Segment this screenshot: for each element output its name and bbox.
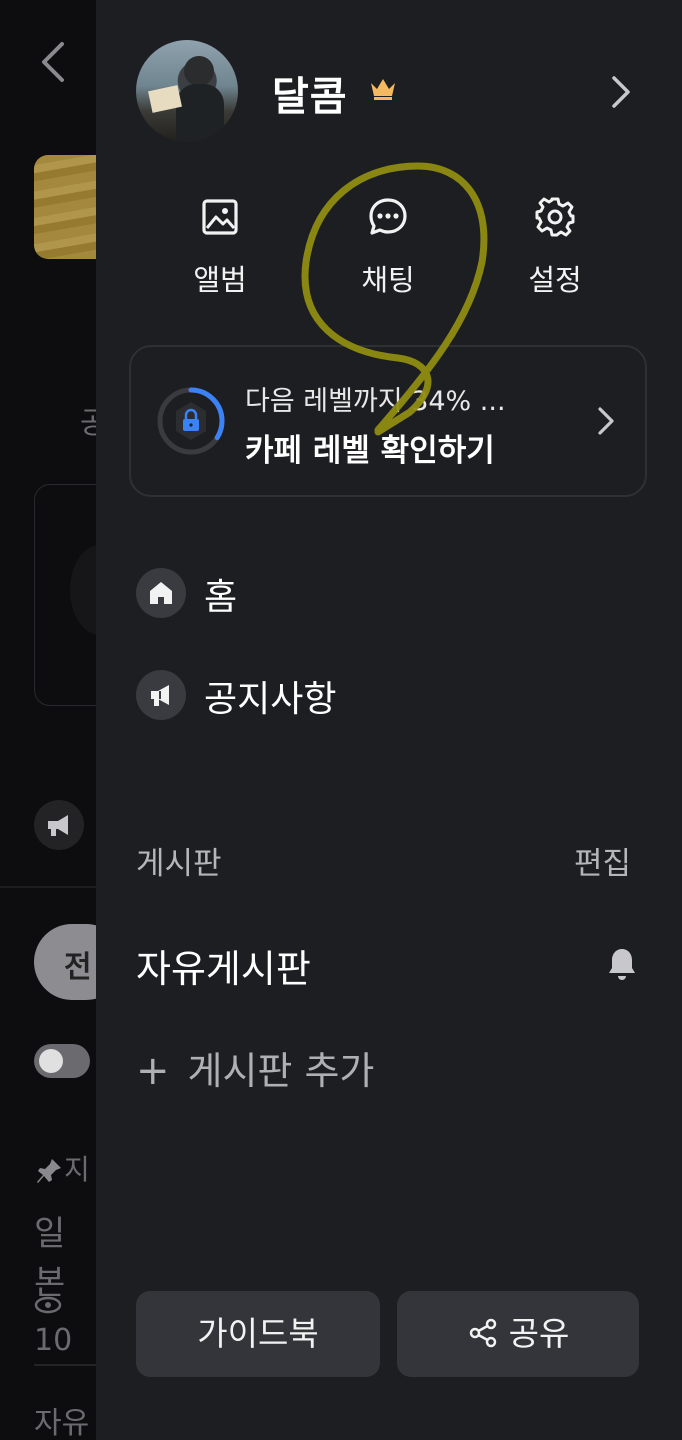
guidebook-button[interactable]: 가이드북 [136,1291,380,1377]
level-progress-text: 다음 레벨까지 34% ... [245,386,506,417]
album-label: 앨범 [193,263,247,297]
chevron-right-icon[interactable] [608,74,634,110]
plus-icon: + [136,1048,170,1094]
background-text: 전 [64,950,92,985]
background-divider [0,886,96,888]
home-icon [136,568,186,618]
boards-edit-button[interactable]: 편집 [574,838,631,883]
background-text: 공 [80,406,96,441]
megaphone-icon [136,670,186,720]
profile-nickname[interactable]: 달콤 [272,64,348,122]
background-page: 공 전 지 일본 10 자유 [0,0,96,1440]
level-progress-ring [157,387,225,455]
add-board-button[interactable]: + 게시판 추가 [136,1040,374,1095]
chevron-right-icon [598,407,614,435]
board-item-free[interactable]: 자유게시판 [136,938,311,993]
eye-icon [34,1296,62,1314]
chat-label: 채팅 [361,263,415,297]
share-icon [469,1318,496,1348]
gear-icon [535,197,575,237]
crown-icon [371,79,395,100]
guidebook-label: 가이드북 [197,1314,319,1353]
back-arrow-icon[interactable] [38,40,68,84]
boards-section-title: 게시판 [136,846,222,882]
chat-bubble-icon [369,198,407,235]
side-drawer: 달콤 앨범 채팅 설정 다음 레벨까지 34% ... 카페 레벨 확인하기 홈… [96,0,682,1440]
background-text: 10 [34,1323,73,1358]
share-button[interactable]: 공유 [397,1291,639,1377]
background-pin-text: 지 [34,1148,90,1188]
level-card-title: 카페 레벨 확인하기 [245,433,495,469]
album-button[interactable]: 앨범 [160,195,280,305]
background-text: 지 [64,1153,90,1186]
background-text: 자유 [34,1406,90,1440]
bell-icon[interactable] [606,946,638,982]
add-board-label: 게시판 추가 [187,1049,375,1093]
background-toggle [34,1044,90,1078]
image-icon [202,199,238,235]
background-thumbnail [34,155,96,259]
cafe-level-card[interactable]: 다음 레벨까지 34% ... 카페 레벨 확인하기 [129,345,647,497]
chat-button[interactable]: 채팅 [328,195,448,305]
background-divider [34,1364,96,1366]
background-views: 10 [34,1288,96,1358]
menu-item-label: 홈 [204,577,238,618]
settings-button[interactable]: 설정 [495,195,615,305]
background-tab-pill: 전 [34,924,96,1000]
pin-icon [37,1159,61,1183]
avatar[interactable] [136,40,238,142]
menu-item-label: 공지사항 [204,679,337,720]
background-megaphone-icon [34,800,84,850]
share-label: 공유 [508,1314,570,1353]
settings-label: 설정 [528,263,582,297]
